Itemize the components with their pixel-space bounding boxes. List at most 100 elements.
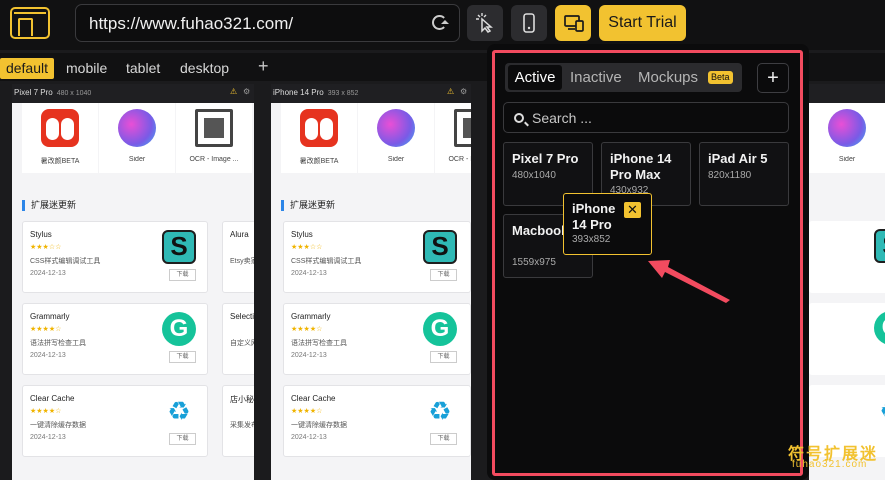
mobile-view-button[interactable]	[511, 5, 547, 41]
extension-card[interactable]: Clear Cache ★★★★☆ 一键清除缓存数据 2024-12-13 下载…	[283, 385, 471, 457]
rating-stars: ★★★★☆	[30, 408, 62, 415]
frame-header: iPhone 14 Pro 393 x 852 ⚠ ⚙	[271, 84, 471, 103]
card-desc: 采集发布	[230, 422, 254, 429]
frame-title: Pixel 7 Pro 480 x 1040	[14, 88, 92, 97]
device-frame-partial: Sider S G ♻	[809, 84, 885, 480]
rating-stars: ★★★☆☆	[30, 244, 62, 251]
app-tile[interactable]: Sider	[809, 103, 885, 173]
app-label: Sider	[387, 156, 405, 163]
card-name: Grammarly	[291, 312, 331, 321]
app-tile[interactable]: OCR - Image ...	[435, 103, 471, 173]
popup-tabs: Active Inactive Mockups Beta	[505, 63, 742, 92]
tab-mobile[interactable]: mobile	[66, 58, 107, 79]
app-label: OCR - Image ...	[189, 156, 239, 163]
grammarly-logo-icon: G	[162, 312, 196, 346]
extension-card[interactable]: Selecti 自定义网	[222, 303, 254, 375]
add-tab-button[interactable]: +	[258, 56, 269, 77]
rating-stars: ★★★★☆	[30, 326, 62, 333]
card-name: 店小秘	[230, 395, 254, 404]
section-title: 扩展迷更新	[22, 200, 76, 211]
search-input[interactable]	[532, 109, 772, 127]
app-tile[interactable]: 暑改颜BETA	[281, 103, 357, 173]
device-frame-iphone-14-pro: iPhone 14 Pro 393 x 852 ⚠ ⚙ 暑改颜BETA Sider…	[271, 84, 471, 480]
tab-default[interactable]: default	[0, 58, 54, 79]
card-date: 2024-12-13	[291, 434, 327, 441]
recycle-icon: ♻	[167, 396, 191, 426]
add-device-button[interactable]: +	[757, 63, 789, 93]
device-frame-pixel-7-pro: Pixel 7 Pro 480 x 1040 ⚠ ⚙ 暑改颜BETA Sider …	[12, 84, 254, 480]
search-icon	[514, 113, 524, 123]
device-size: 393x852	[572, 234, 611, 245]
app-icon-row: 暑改颜BETA Sider OCR - Image ...	[271, 103, 471, 173]
section-title: 扩展迷更新	[281, 200, 335, 211]
tab-inactive[interactable]: Inactive	[570, 65, 622, 90]
card-date: 2024-12-13	[291, 352, 327, 359]
extension-card[interactable]: G	[809, 303, 885, 375]
card-desc: 一键清除缓存数据	[30, 422, 86, 429]
start-trial-button[interactable]: Start Trial	[599, 5, 686, 41]
rating-stars: ★★★★☆	[291, 408, 323, 415]
app-tile[interactable]: Sider	[99, 103, 175, 173]
card-date: 2024-12-13	[30, 434, 66, 441]
download-button[interactable]: 下载	[169, 351, 196, 363]
inspect-pointer-button[interactable]	[467, 5, 503, 41]
annotation-arrow-icon	[648, 260, 730, 303]
app-tile[interactable]: Sider	[358, 103, 434, 173]
app-logo-icon[interactable]	[10, 7, 50, 39]
app-tile[interactable]: 暑改颜BETA	[22, 103, 98, 173]
frame-header	[809, 84, 885, 103]
extension-card[interactable]: Grammarly ★★★★☆ 语法拼写检查工具 2024-12-13 下载 G	[22, 303, 208, 375]
app-label: 暑改颜BETA	[40, 158, 80, 165]
card-name: Alura	[230, 230, 249, 239]
card-date: 2024-12-13	[30, 352, 66, 359]
frame-viewport[interactable]: Sider S G ♻	[809, 103, 885, 480]
extension-card[interactable]: Stylus ★★★☆☆ CSS样式编辑调试工具 2024-12-13 下载 S	[283, 221, 471, 293]
tab-tablet[interactable]: tablet	[126, 58, 160, 79]
download-button[interactable]: 下载	[169, 269, 196, 281]
download-button[interactable]: 下载	[430, 269, 457, 281]
app-label: Sider	[838, 156, 856, 163]
rating-stars: ★★★☆☆	[291, 244, 323, 251]
extension-card[interactable]: 店小秘 采集发布	[222, 385, 254, 457]
extension-card[interactable]: Clear Cache ★★★★☆ 一键清除缓存数据 2024-12-13 下载…	[22, 385, 208, 457]
download-button[interactable]: 下载	[430, 433, 457, 445]
frame-header: Pixel 7 Pro 480 x 1040 ⚠ ⚙	[12, 84, 254, 103]
app-tile[interactable]: OCR - Image ...	[176, 103, 252, 173]
card-name: Clear Cache	[291, 394, 336, 403]
device-card-ipad-air-5[interactable]: iPad Air 5 820x1180	[699, 142, 789, 206]
card-date: 2024-12-13	[291, 270, 327, 277]
extension-card[interactable]: Grammarly ★★★★☆ 语法拼写检查工具 2024-12-13 下载 G	[283, 303, 471, 375]
stylus-logo-icon: S	[423, 230, 457, 264]
frame-viewport[interactable]: 暑改颜BETA Sider OCR - Image ... 扩展迷更新 Styl…	[271, 103, 471, 480]
frame-viewport[interactable]: 暑改颜BETA Sider OCR - Image ... 扩展迷更新 Styl…	[12, 103, 254, 480]
stylus-logo-icon: S	[162, 230, 196, 264]
extension-card[interactable]: S	[809, 221, 885, 293]
extension-card[interactable]: Stylus ★★★☆☆ CSS样式编辑调试工具 2024-12-13 下载 S	[22, 221, 208, 293]
reload-icon[interactable]	[432, 15, 449, 30]
tab-mockups[interactable]: Mockups	[638, 65, 698, 90]
download-button[interactable]: 下载	[169, 433, 196, 445]
download-button[interactable]: 下载	[430, 351, 457, 363]
card-desc: CSS样式编辑调试工具	[30, 258, 101, 265]
close-icon[interactable]: ✕	[624, 202, 641, 218]
gear-icon[interactable]: ⚙	[460, 87, 467, 96]
tab-active[interactable]: Active	[508, 65, 562, 90]
device-search[interactable]	[503, 102, 789, 133]
card-desc: Etsy卖家	[230, 258, 254, 265]
gear-icon[interactable]: ⚙	[243, 87, 250, 96]
phone-icon	[523, 13, 535, 33]
extension-card[interactable]: Alura Etsy卖家	[222, 221, 254, 293]
card-desc: 语法拼写检查工具	[291, 340, 347, 347]
card-name: Clear Cache	[30, 394, 75, 403]
devices-button[interactable]	[555, 5, 591, 41]
device-size: 820x1180	[708, 170, 752, 181]
warning-icon[interactable]: ⚠	[447, 87, 454, 96]
url-text[interactable]: https://www.fuhao321.com/	[89, 14, 293, 34]
brain-icon	[377, 109, 415, 147]
tab-desktop[interactable]: desktop	[180, 58, 229, 79]
warning-icon[interactable]: ⚠	[230, 87, 237, 96]
device-name: iPad Air 5	[708, 151, 768, 166]
app-label: OCR - Image ...	[448, 156, 471, 163]
card-name: Stylus	[291, 230, 313, 239]
url-bar[interactable]: https://www.fuhao321.com/	[75, 4, 460, 42]
